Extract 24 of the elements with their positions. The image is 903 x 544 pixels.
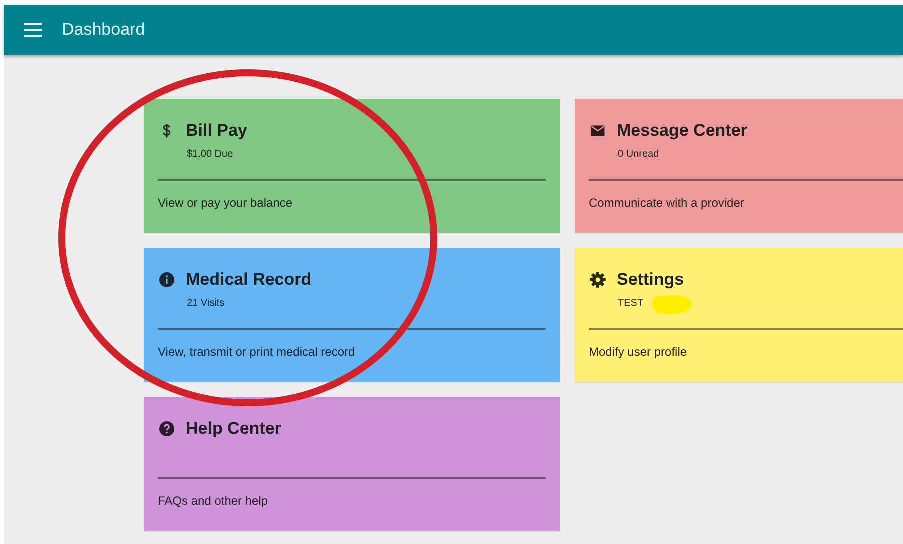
card-title: Bill Pay (186, 121, 248, 141)
menu-icon[interactable] (24, 23, 42, 37)
help-icon (158, 420, 176, 438)
card-title: Message Center (617, 121, 748, 141)
dashboard-card[interactable]: Help Center FAQs and other help (144, 397, 560, 531)
card-title: Settings (617, 270, 684, 290)
card-title: Help Center (186, 419, 282, 439)
gear-icon (589, 271, 607, 289)
card-subtitle: 0 Unread (618, 148, 660, 160)
card-description: View, transmit or print medical record (158, 345, 356, 359)
card-description: Modify user profile (589, 345, 688, 359)
card-description: FAQs and other help (158, 494, 270, 508)
card-title: Medical Record (186, 270, 312, 290)
info-icon (158, 271, 176, 289)
card-subtitle: 21 Visits (187, 298, 225, 308)
dashboard-card[interactable]: Bill Pay $1.00 Due View or pay your balance (144, 99, 560, 233)
dashboard-card[interactable]: Medical Record 21 Visits View, transmit or print medical record (144, 248, 560, 382)
dashboard-card[interactable]: Settings TEST Modify user profile (575, 248, 903, 382)
card-subtitle: TEST (618, 298, 644, 308)
card-subtitle: $1.00 Due (187, 148, 234, 160)
app-title: Dashboard (62, 20, 146, 40)
dashboard-card[interactable]: Message Center 0 Unread Communicate with a provider (575, 99, 903, 233)
card-description: View or pay your balance (158, 196, 294, 210)
card-description: Communicate with a provider (589, 196, 746, 210)
